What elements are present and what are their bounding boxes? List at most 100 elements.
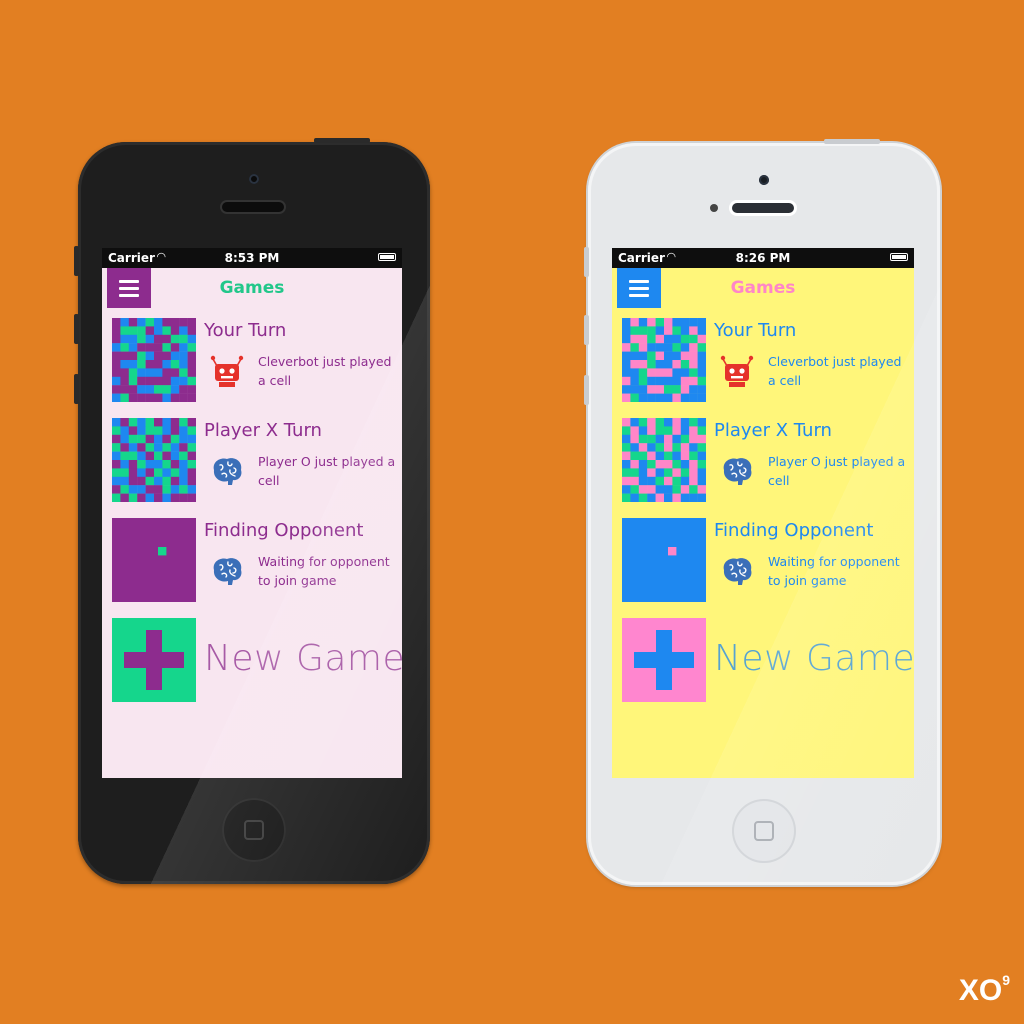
- board-cell: [154, 485, 163, 494]
- board-cell: [697, 326, 706, 335]
- brain-icon: [723, 458, 752, 485]
- home-button[interactable]: [222, 798, 286, 862]
- board-cell: [187, 485, 196, 494]
- board-cell: [630, 460, 639, 469]
- board-cell: [128, 485, 138, 494]
- board-cell: [689, 351, 698, 361]
- board-cell: [145, 476, 155, 486]
- new-game-button[interactable]: New Game: [622, 618, 914, 704]
- board-cell: [179, 318, 188, 327]
- board-cell: [187, 460, 196, 469]
- game-board-thumbnail: [622, 518, 706, 602]
- game-row-your-turn[interactable]: Your Turn Cleverbot just played a cell: [622, 318, 912, 404]
- board-cell: [154, 376, 163, 386]
- board-cell: [697, 443, 706, 452]
- board-cell: [672, 460, 681, 469]
- board-cell: [689, 393, 698, 402]
- board-cell: [697, 393, 706, 402]
- board-cell: [128, 385, 138, 394]
- board-cell: [689, 360, 698, 369]
- battery-icon: [890, 253, 908, 261]
- board-cell: [162, 343, 171, 352]
- front-camera: [759, 175, 769, 185]
- board-cell: [622, 376, 631, 386]
- board-cell: [664, 385, 673, 394]
- status-bar: Carrier ◠ 8:53 PM: [102, 248, 402, 268]
- board-cell: [162, 318, 171, 327]
- game-row-your-turn[interactable]: Your Turn Cleverbot just played a cell: [112, 318, 402, 404]
- board-cell: [120, 418, 129, 427]
- board-cell: [154, 368, 163, 377]
- plus-icon: [112, 618, 196, 702]
- board-cell: [128, 426, 138, 435]
- board-cell: [622, 460, 631, 469]
- board-cell: [112, 343, 121, 352]
- mute-switch: [584, 247, 589, 277]
- board-cell: [672, 434, 681, 444]
- board-cell: [689, 493, 698, 502]
- board-cell: [137, 376, 146, 386]
- board-cell: [680, 376, 690, 386]
- board-cell: [112, 385, 121, 394]
- home-button[interactable]: [732, 799, 796, 863]
- board-cell: [630, 443, 639, 452]
- board-cell: [655, 318, 665, 327]
- game-row-finding-opponent[interactable]: Finding Opponent Waiting for opponent to…: [622, 518, 912, 604]
- board-cell: [137, 460, 146, 469]
- new-game-button[interactable]: New Game: [112, 618, 402, 704]
- board-cell: [680, 451, 690, 461]
- board-cell: [697, 360, 706, 369]
- board-cell: [638, 326, 648, 335]
- board-cell: [664, 418, 673, 427]
- board-cell: [170, 451, 180, 461]
- board-cell: [672, 451, 681, 461]
- board-cell: [145, 326, 155, 335]
- board-cell: [145, 443, 155, 452]
- game-row-player-x-turn[interactable]: Player X Turn Player O just played a cel…: [622, 418, 912, 504]
- board-cell: [179, 418, 188, 427]
- board-cell: [672, 418, 681, 427]
- board-cell: [664, 351, 673, 361]
- board-cell: [128, 343, 138, 352]
- game-row-player-x-turn[interactable]: Player X Turn Player O just played a cel…: [112, 418, 402, 504]
- board-cell: [647, 385, 656, 394]
- board-cell: [689, 376, 698, 386]
- board-cell: [112, 468, 121, 477]
- board-cell: [622, 318, 631, 327]
- nav-title: Games: [730, 278, 796, 298]
- board-cell: [697, 318, 706, 327]
- board-cell: [647, 476, 656, 486]
- board-cell: [128, 451, 138, 461]
- game-row-finding-opponent[interactable]: Finding Opponent Waiting for opponent to…: [112, 518, 402, 604]
- board-cell: [179, 351, 188, 361]
- board-cell: [697, 460, 706, 469]
- mute-switch: [74, 246, 79, 276]
- board-cell: [680, 443, 690, 452]
- game-subtitle: Cleverbot just played a cell: [258, 354, 392, 388]
- board-cell: [664, 468, 673, 477]
- board-cell: [622, 493, 631, 502]
- board-cell: [664, 368, 673, 377]
- board-cell: [112, 443, 121, 452]
- game-title: Finding Opponent: [204, 520, 364, 541]
- board-cell: [162, 460, 171, 469]
- board-cell: [187, 393, 196, 402]
- battery-icon: [378, 253, 396, 261]
- home-square-icon: [244, 820, 264, 840]
- board-cell: [170, 318, 180, 327]
- board-cell: [162, 334, 171, 344]
- board-cell: [647, 334, 656, 344]
- board-cell: [137, 476, 146, 486]
- brain-icon: [213, 458, 242, 485]
- board-cell: [697, 418, 706, 427]
- board-cell: [145, 493, 155, 502]
- board-cell: [145, 343, 155, 352]
- board-cell: [697, 493, 706, 502]
- board-cell: [630, 451, 639, 461]
- board-cell: [179, 443, 188, 452]
- volume-down-button: [584, 375, 589, 405]
- board-cell: [655, 443, 665, 452]
- board-cell: [655, 418, 665, 427]
- board-cell: [655, 376, 665, 386]
- board-cell: [154, 343, 163, 352]
